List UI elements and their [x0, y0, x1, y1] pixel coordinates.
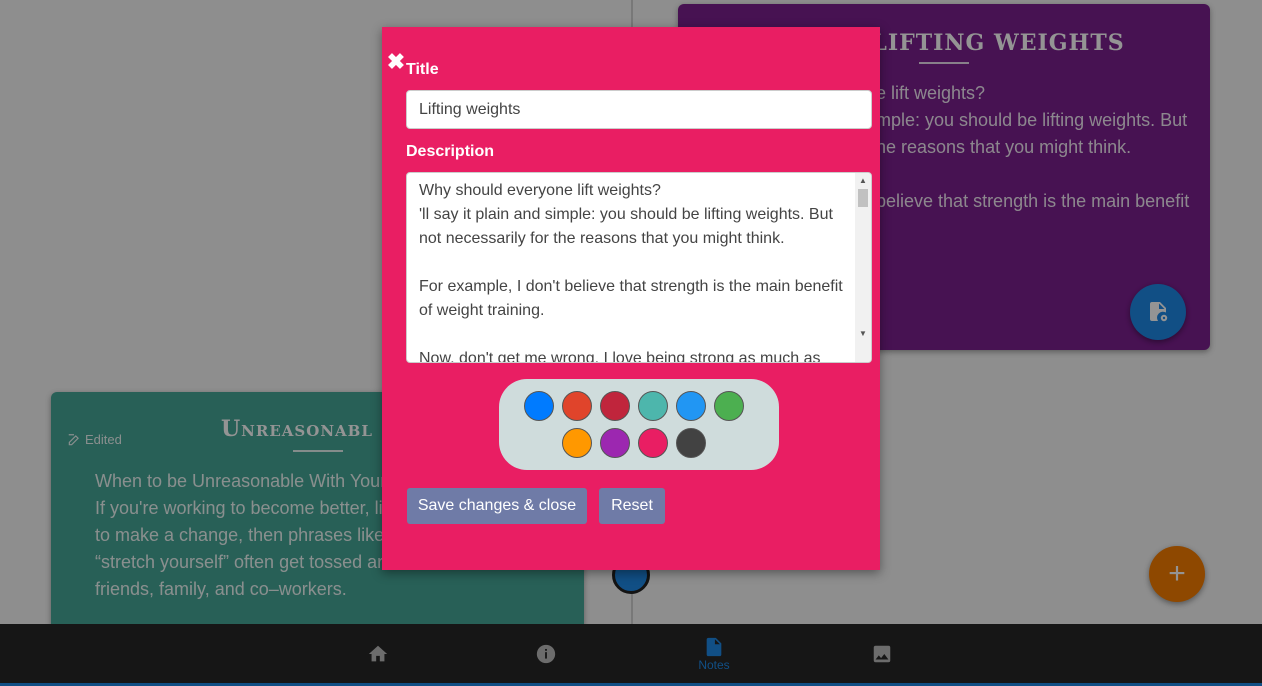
close-icon[interactable]: ✖ [386, 51, 406, 73]
reset-button[interactable]: Reset [599, 488, 665, 524]
scroll-down-icon[interactable]: ▼ [855, 329, 871, 338]
color-swatch[interactable] [638, 391, 668, 421]
color-swatch[interactable] [714, 391, 744, 421]
save-changes-button[interactable]: Save changes & close [407, 488, 587, 524]
color-swatch[interactable] [562, 391, 592, 421]
scroll-up-icon[interactable]: ▲ [855, 176, 871, 185]
title-input[interactable] [406, 90, 872, 129]
scroll-thumb[interactable] [858, 189, 868, 207]
color-swatch[interactable] [562, 428, 592, 458]
edit-note-modal: ✖ Title Description Why should everyone … [382, 27, 880, 570]
color-swatch[interactable] [676, 391, 706, 421]
title-label: Title [406, 61, 439, 78]
color-swatch[interactable] [638, 428, 668, 458]
color-swatch[interactable] [524, 391, 554, 421]
description-textarea[interactable]: Why should everyone lift weights? 'll sa… [406, 172, 872, 363]
description-scrollbar[interactable]: ▲ ▼ [855, 173, 871, 362]
color-swatch[interactable] [600, 428, 630, 458]
color-palette [499, 379, 779, 470]
color-swatch[interactable] [676, 428, 706, 458]
color-swatch[interactable] [600, 391, 630, 421]
description-text: Why should everyone lift weights? 'll sa… [419, 182, 843, 363]
description-label: Description [406, 143, 495, 160]
